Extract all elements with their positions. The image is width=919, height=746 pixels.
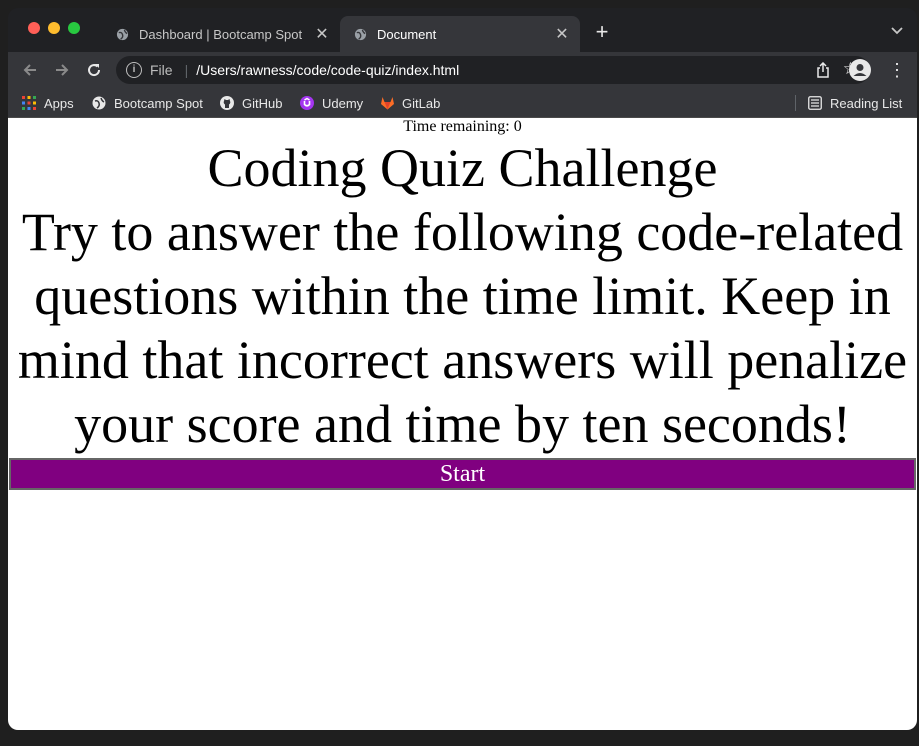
- gitlab-icon: [380, 96, 394, 110]
- tab-search-chevron-icon[interactable]: [891, 22, 903, 38]
- bookmark-label: Udemy: [322, 95, 364, 111]
- browser-menu-icon[interactable]: ⋮: [888, 58, 906, 82]
- forward-button[interactable]: [50, 58, 74, 82]
- bookmark-label: GitHub: [242, 95, 283, 111]
- reading-list-icon: [808, 96, 822, 110]
- forward-arrow-icon: [56, 64, 69, 76]
- apps-grid-icon: [22, 96, 36, 110]
- page-viewport: Time remaining: 0 Coding Quiz Challenge …: [8, 118, 917, 730]
- address-url[interactable]: /Users/rawness/code/code-quiz/index.html: [196, 62, 459, 78]
- browser-toolbar: i File | /Users/rawness/code/code-quiz/i…: [8, 52, 917, 88]
- person-icon: [853, 64, 867, 76]
- reading-list-button[interactable]: Reading List: [808, 93, 902, 113]
- profile-avatar-button[interactable]: [849, 59, 871, 81]
- reading-list-label: Reading List: [830, 95, 903, 111]
- bookmark-label: Bootcamp Spot: [114, 95, 203, 111]
- time-remaining: Time remaining: 0: [403, 118, 522, 135]
- back-button[interactable]: [18, 58, 42, 82]
- bookmark-bootcamp-spot[interactable]: Bootcamp Spot: [92, 93, 203, 113]
- bookmark-udemy[interactable]: Udemy: [300, 93, 363, 113]
- close-tab-icon[interactable]: ✕: [550, 24, 574, 44]
- bookmark-label: Apps: [44, 95, 74, 111]
- maximize-window-button[interactable]: [68, 22, 80, 34]
- reload-icon: [88, 64, 101, 77]
- start-button[interactable]: Start: [9, 458, 916, 490]
- address-scheme-label: File: [150, 62, 173, 78]
- tab-title: Document: [377, 26, 437, 42]
- share-icon[interactable]: [816, 61, 830, 81]
- quiz-title: Coding Quiz Challenge: [207, 138, 718, 198]
- browser-window: Dashboard | Bootcamp Spot ✕ Document ✕ +…: [8, 8, 917, 730]
- address-divider: |: [184, 62, 189, 78]
- bookmarks-bar: Apps Bootcamp Spot GitHub Udemy GitLab R…: [8, 88, 917, 118]
- back-arrow-icon: [23, 64, 36, 76]
- info-icon[interactable]: i: [126, 62, 142, 78]
- bookmark-apps[interactable]: Apps: [22, 93, 74, 113]
- quiz-instructions: Try to answer the following code-related…: [17, 202, 908, 454]
- tab-title: Dashboard | Bootcamp Spot: [139, 26, 303, 42]
- globe-icon: [116, 28, 129, 41]
- new-tab-button[interactable]: +: [590, 20, 614, 44]
- reload-button[interactable]: [82, 58, 106, 82]
- close-window-button[interactable]: [28, 22, 40, 34]
- bookmark-gitlab[interactable]: GitLab: [380, 93, 440, 113]
- close-tab-icon[interactable]: ✕: [310, 24, 334, 44]
- github-icon: [220, 96, 234, 110]
- tab-strip: Dashboard | Bootcamp Spot ✕ Document ✕ +: [8, 8, 917, 52]
- bookmark-label: GitLab: [402, 95, 441, 111]
- tab-dashboard[interactable]: Dashboard | Bootcamp Spot ✕: [102, 16, 340, 52]
- globe-icon: [354, 28, 367, 41]
- minimize-window-button[interactable]: [48, 22, 60, 34]
- globe-icon: [92, 96, 106, 110]
- address-bar[interactable]: i File | /Users/rawness/code/code-quiz/i…: [116, 56, 870, 84]
- udemy-icon: [300, 96, 314, 110]
- bookmarks-divider: [795, 95, 796, 111]
- tab-document[interactable]: Document ✕: [340, 16, 580, 52]
- bookmark-github[interactable]: GitHub: [220, 93, 282, 113]
